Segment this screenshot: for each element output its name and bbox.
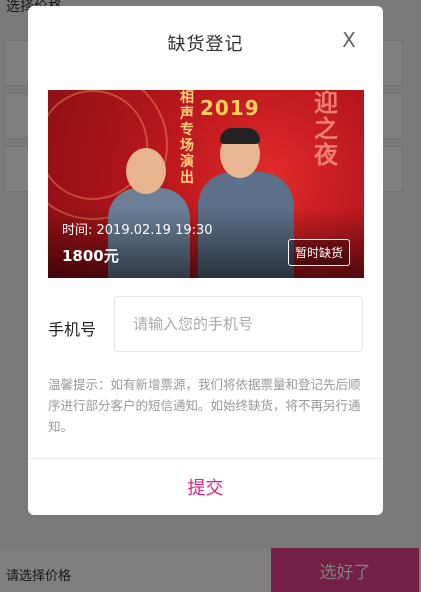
phone-label: 手机号 xyxy=(48,320,97,339)
modal-title: 缺货登记 xyxy=(167,34,244,55)
modal-header: 缺货登记 X xyxy=(28,6,383,76)
phone-row: 手机号 xyxy=(48,296,363,354)
out-of-stock-badge: 暂时缺货 xyxy=(287,239,350,266)
close-button[interactable]: X xyxy=(337,26,361,54)
event-price: 1800元 xyxy=(62,247,119,265)
performer-right-hair xyxy=(220,128,260,144)
poster-year: 2019 xyxy=(200,96,260,120)
event-poster: 相声专场演出 2019 迎之夜 时间: 2019.02.19 19:30 180… xyxy=(48,90,364,278)
poster-calligraphy: 迎之夜 xyxy=(314,90,338,169)
event-time: 时间: 2019.02.19 19:30 xyxy=(62,223,213,238)
out-of-stock-modal: 缺货登记 X 相声专场演出 2019 迎之夜 时间: 2019.02.19 19… xyxy=(28,6,383,515)
tips-text: 温馨提示：如有新增票源，我们将依据票量和登记先后顺序进行部分客户的短信通知。如始… xyxy=(48,377,361,434)
phone-input[interactable] xyxy=(114,296,363,352)
performer-left-head xyxy=(126,148,166,194)
submit-button[interactable]: 提交 xyxy=(28,459,383,515)
poster-title: 相声专场演出 xyxy=(180,90,194,186)
